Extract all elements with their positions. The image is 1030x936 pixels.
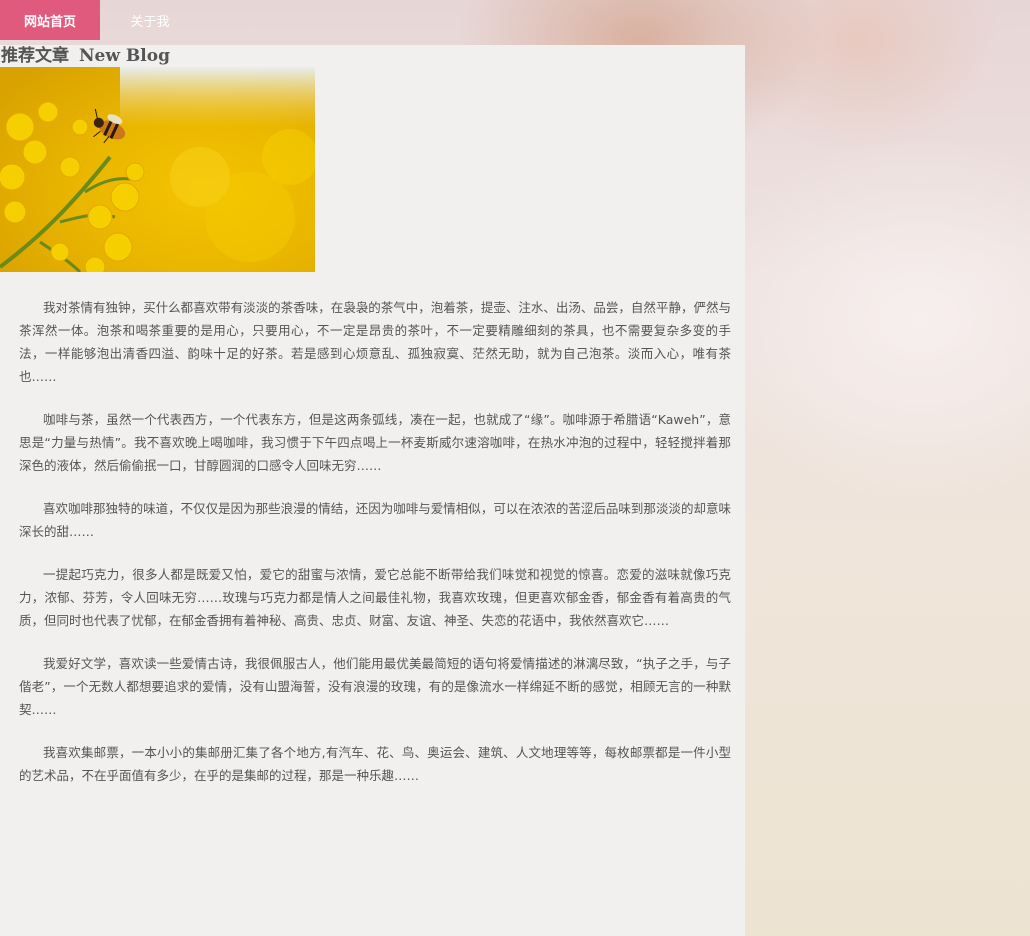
section-heading-cn: 推荐文章 xyxy=(1,46,69,66)
article-paragraph: 我喜欢集邮票，一本小小的集邮册汇集了各个地方,有汽车、花、鸟、奥运会、建筑、人文… xyxy=(19,745,731,783)
main-content-panel: 推荐文章 New Blog 我对茶情有独钟，买什么都喜欢带有淡淡的茶香味，在袅袅… xyxy=(0,45,745,936)
article-paragraph: 我对茶情有独钟，买什么都喜欢带有淡淡的茶香味，在袅袅的茶气中，泡着茶，提壶、注水… xyxy=(19,300,731,384)
article-paragraph: 一提起巧克力，很多人都是既爱又怕，爱它的甜蜜与浓情，爱它总能不断带给我们味觉和视… xyxy=(19,567,731,628)
article-list: 我对茶情有独钟，买什么都喜欢带有淡淡的茶香味，在袅袅的茶气中，泡着茶，提壶、注水… xyxy=(0,272,745,787)
article-paragraph: 我爱好文学，喜欢读一些爱情古诗，我很佩服古人，他们能用最优美最简短的语句将爱情描… xyxy=(19,656,731,717)
nav-item-home[interactable]: 网站首页 xyxy=(0,0,100,40)
section-heading: 推荐文章 New Blog xyxy=(0,45,745,67)
section-heading-en: New Blog xyxy=(79,46,170,66)
nav-item-about-me[interactable]: 关于我 xyxy=(100,0,200,40)
article-paragraph: 喜欢咖啡那独特的味道，不仅仅是因为那些浪漫的情结，还因为咖啡与爱情相似，可以在浓… xyxy=(19,501,731,539)
article-paragraph: 咖啡与茶，虽然一个代表西方，一个代表东方，但是这两条弧线，凑在一起，也就成了“缘… xyxy=(19,412,731,473)
bee-flower-image xyxy=(0,67,315,272)
top-navigation: 网站首页 关于我 xyxy=(0,0,1030,40)
